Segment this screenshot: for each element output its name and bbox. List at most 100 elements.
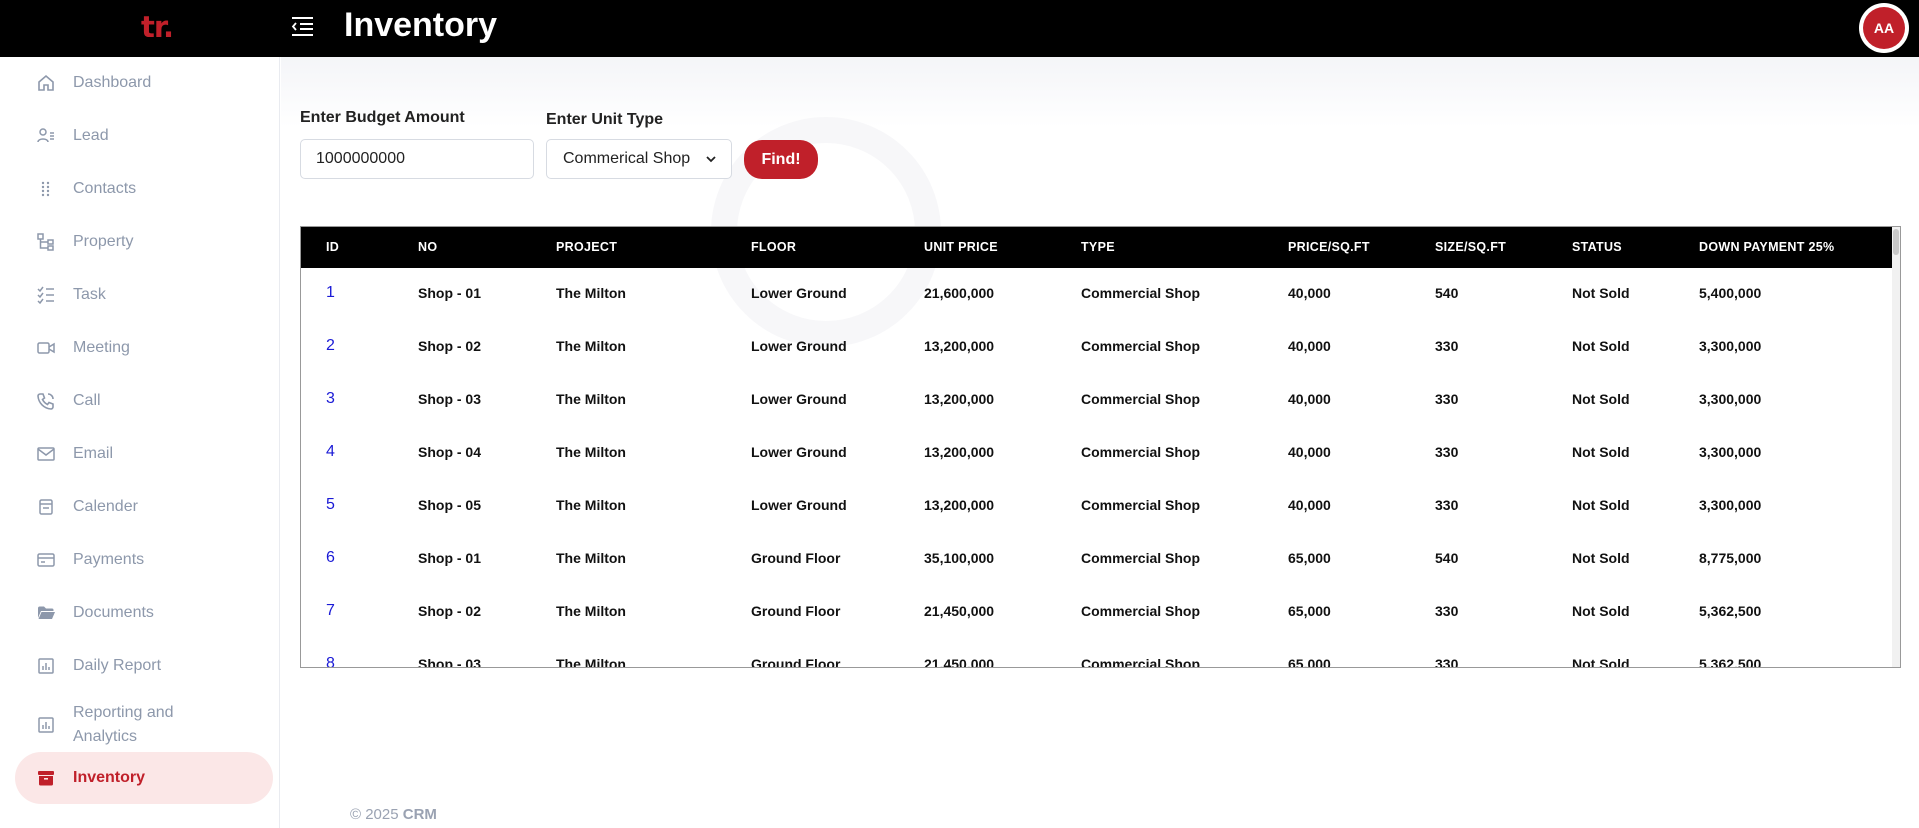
- sidebar-item-label: Calender: [73, 498, 138, 515]
- cell-unit-price: 35,100,000: [924, 550, 995, 566]
- sidebar-item-meeting[interactable]: Meeting: [15, 322, 273, 374]
- sidebar-item-payments[interactable]: Payments: [15, 534, 273, 586]
- sidebar-item-label: Inventory: [73, 769, 146, 786]
- cell-size-sqft: 330: [1435, 444, 1459, 460]
- cell-type: Commercial Shop: [1081, 656, 1201, 668]
- scrollbar-thumb[interactable]: [1893, 229, 1899, 255]
- table-row[interactable]: 6 Shop - 01 The Milton Ground Floor 35,100,0…: [301, 533, 1893, 586]
- table-row[interactable]: 7 Shop - 02 The Milton Ground Floor 21,450,0…: [301, 586, 1893, 639]
- sidebar-item-inventory[interactable]: Inventory: [15, 752, 273, 804]
- table-scrollbar[interactable]: [1892, 227, 1900, 667]
- cell-project: The Milton: [556, 656, 626, 668]
- cell-no: Shop - 05: [418, 497, 482, 513]
- sidebar-item-label: Reporting and Analytics: [73, 704, 174, 745]
- cell-id[interactable]: 1: [326, 284, 335, 302]
- cell-id[interactable]: 7: [326, 602, 335, 620]
- cell-status: Not Sold: [1572, 391, 1630, 407]
- table-row[interactable]: 1 Shop - 01 The Milton Lower Ground 21,600,0…: [301, 268, 1893, 321]
- sidebar-item-property[interactable]: Property: [15, 216, 273, 268]
- header-floor[interactable]: FLOOR: [751, 240, 796, 254]
- sidebar-item-daily-report[interactable]: Daily Report: [15, 640, 273, 692]
- cell-status: Not Sold: [1572, 550, 1630, 566]
- app-logo[interactable]: tr.: [141, 10, 174, 44]
- menu-toggle-icon[interactable]: [290, 15, 315, 37]
- cell-no: Shop - 01: [418, 550, 482, 566]
- sidebar: Dashboard Lead Contacts Property Task Me…: [0, 57, 280, 828]
- sidebar-item-call[interactable]: Call: [15, 375, 273, 427]
- dots-grid-icon: [35, 178, 57, 200]
- cell-id[interactable]: 2: [326, 337, 335, 355]
- cell-status: Not Sold: [1572, 656, 1630, 668]
- sidebar-item-task[interactable]: Task: [15, 269, 273, 321]
- cell-price-sqft: 40,000: [1288, 391, 1331, 407]
- budget-label: Enter Budget Amount: [300, 109, 465, 126]
- cell-floor: Ground Floor: [751, 656, 841, 668]
- footer: © 2025 CRM: [350, 806, 437, 823]
- table-header: ID NO PROJECT FLOOR UNIT PRICE TYPE PRIC…: [301, 227, 1900, 268]
- checklist-icon: [35, 284, 57, 306]
- phone-icon: [35, 390, 57, 412]
- cell-type: Commercial Shop: [1081, 603, 1201, 619]
- budget-input[interactable]: [300, 139, 534, 179]
- cell-floor: Lower Ground: [751, 338, 847, 354]
- cell-price-sqft: 65,000: [1288, 603, 1331, 619]
- header-id[interactable]: ID: [326, 240, 339, 254]
- table-row[interactable]: 2 Shop - 02 The Milton Lower Ground 13,200,0…: [301, 321, 1893, 374]
- header-type[interactable]: TYPE: [1081, 240, 1115, 254]
- main-content: Enter Budget Amount Enter Unit Type Comm…: [281, 57, 1919, 828]
- cell-id[interactable]: 3: [326, 390, 335, 408]
- inventory-table[interactable]: ID NO PROJECT FLOOR UNIT PRICE TYPE PRIC…: [300, 226, 1901, 668]
- avatar-initials: AA: [1863, 7, 1905, 49]
- header-size-sqft[interactable]: SIZE/SQ.FT: [1435, 240, 1506, 254]
- header-no[interactable]: NO: [418, 240, 437, 254]
- header-price-sqft[interactable]: PRICE/SQ.FT: [1288, 240, 1370, 254]
- header-status[interactable]: STATUS: [1572, 240, 1622, 254]
- cell-status: Not Sold: [1572, 338, 1630, 354]
- user-list-icon: [35, 125, 57, 147]
- cell-id[interactable]: 4: [326, 443, 335, 461]
- cell-status: Not Sold: [1572, 603, 1630, 619]
- header-unit-price[interactable]: UNIT PRICE: [924, 240, 998, 254]
- cell-price-sqft: 40,000: [1288, 497, 1331, 513]
- cell-down-payment: 5,400,000: [1699, 285, 1762, 301]
- cell-no: Shop - 03: [418, 391, 482, 407]
- cell-id[interactable]: 6: [326, 549, 335, 567]
- cell-type: Commercial Shop: [1081, 338, 1201, 354]
- sidebar-item-calender[interactable]: Calender: [15, 481, 273, 533]
- folder-icon: [35, 602, 57, 624]
- table-row[interactable]: 5 Shop - 05 The Milton Lower Ground 13,200,0…: [301, 480, 1893, 533]
- cell-type: Commercial Shop: [1081, 444, 1201, 460]
- footer-copyright: © 2025: [350, 806, 399, 823]
- sidebar-item-dashboard[interactable]: Dashboard: [15, 57, 273, 109]
- cell-down-payment: 8,775,000: [1699, 550, 1762, 566]
- header-project[interactable]: PROJECT: [556, 240, 617, 254]
- table-row[interactable]: 8 Shop - 03 The Milton Ground Floor 21,450,0…: [301, 639, 1893, 668]
- cell-project: The Milton: [556, 391, 626, 407]
- cell-id[interactable]: 8: [326, 655, 335, 667]
- unit-type-select[interactable]: Commerical Shop: [546, 139, 732, 179]
- cell-size-sqft: 330: [1435, 656, 1459, 668]
- cell-project: The Milton: [556, 497, 626, 513]
- cell-unit-price: 13,200,000: [924, 338, 995, 354]
- analytics-icon: [35, 714, 57, 736]
- cell-id[interactable]: 5: [326, 496, 335, 514]
- sidebar-item-reporting-analytics[interactable]: Reporting and Analytics: [15, 693, 273, 757]
- hierarchy-icon: [35, 231, 57, 253]
- table-row[interactable]: 4 Shop - 04 The Milton Lower Ground 13,200,0…: [301, 427, 1893, 480]
- sidebar-item-lead[interactable]: Lead: [15, 110, 273, 162]
- cell-floor: Lower Ground: [751, 285, 847, 301]
- sidebar-item-contacts[interactable]: Contacts: [15, 163, 273, 215]
- cell-unit-price: 13,200,000: [924, 444, 995, 460]
- cell-down-payment: 3,300,000: [1699, 391, 1762, 407]
- cell-no: Shop - 04: [418, 444, 482, 460]
- sidebar-item-documents[interactable]: Documents: [15, 587, 273, 639]
- cell-price-sqft: 65,000: [1288, 656, 1331, 668]
- user-avatar[interactable]: AA: [1859, 3, 1909, 53]
- table-row[interactable]: 3 Shop - 03 The Milton Lower Ground 13,200,0…: [301, 374, 1893, 427]
- find-button[interactable]: Find!: [744, 140, 818, 179]
- cell-unit-price: 21,450,000: [924, 603, 995, 619]
- sidebar-item-label: Call: [73, 392, 101, 409]
- sidebar-item-email[interactable]: Email: [15, 428, 273, 480]
- cell-type: Commercial Shop: [1081, 497, 1201, 513]
- header-down-payment[interactable]: DOWN PAYMENT 25%: [1699, 240, 1834, 254]
